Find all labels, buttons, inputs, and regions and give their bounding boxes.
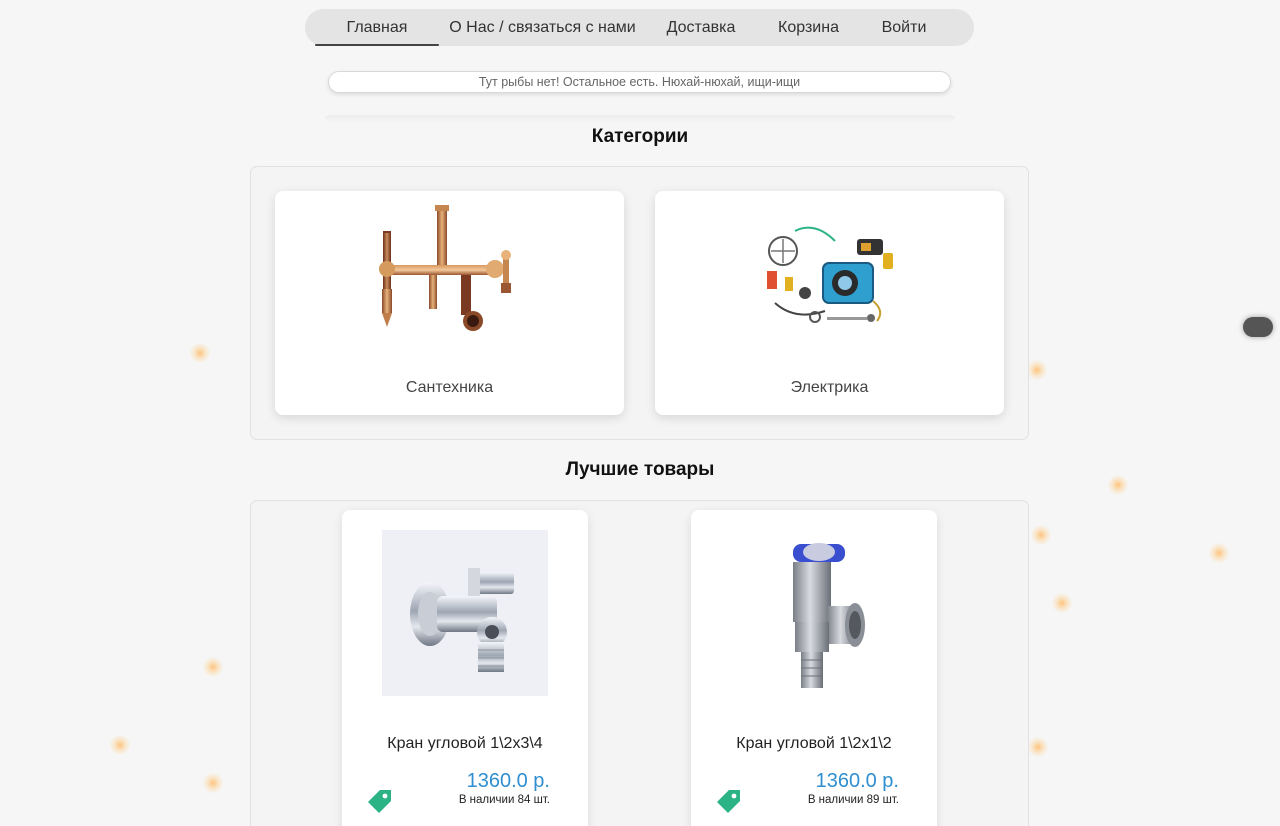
- background-glow: [203, 657, 223, 677]
- category-label: Сантехника: [405, 379, 494, 396]
- product-card[interactable]: Кран угловой 1\2x1\2 1360.0 р. В наличии…: [691, 510, 937, 826]
- section-divider: [325, 115, 955, 123]
- categories-title: Категории: [591, 126, 689, 147]
- category-card-plumbing[interactable]: Сантехника: [275, 191, 624, 415]
- price-tag-icon: [368, 790, 391, 813]
- price-tag-icon: [717, 790, 740, 813]
- product-name: Кран угловой 1\2x3\4: [387, 735, 543, 752]
- background-glow: [203, 773, 223, 793]
- nav-item-cart[interactable]: Корзина: [756, 9, 861, 46]
- floating-toggle-button[interactable]: [1243, 317, 1273, 337]
- categories-panel: Сантехника Электрика: [250, 166, 1029, 440]
- nav-item-home[interactable]: Главная: [315, 9, 439, 46]
- best-products-panel: Кран угловой 1\2x3\4 1360.0 р. В наличии…: [250, 500, 1029, 826]
- product-stock: В наличии 84 шт.: [458, 794, 550, 806]
- angle-valve-steel-image: [731, 530, 897, 696]
- background-glow: [1052, 593, 1072, 613]
- background-glow: [110, 735, 130, 755]
- product-name: Кран угловой 1\2x1\2: [736, 735, 892, 752]
- background-glow: [190, 343, 210, 363]
- plumbing-fixture-image: [379, 205, 511, 331]
- nav-item-delivery[interactable]: Доставка: [646, 9, 756, 46]
- product-price: 1360.0 р.: [466, 770, 550, 792]
- background-glow: [1028, 737, 1048, 757]
- main-navbar: Главная О Нас / связаться с нами Доставк…: [305, 9, 974, 46]
- nav-item-login[interactable]: Войти: [861, 9, 947, 46]
- product-stock: В наличии 89 шт.: [807, 794, 899, 806]
- best-products-title: Лучшие товары: [565, 459, 715, 480]
- background-glow: [1027, 360, 1047, 380]
- product-price: 1360.0 р.: [815, 770, 899, 792]
- nav-item-about-contact[interactable]: О Нас / связаться с нами: [439, 9, 646, 46]
- background-glow: [1209, 543, 1229, 563]
- search-input[interactable]: [328, 71, 951, 93]
- angle-valve-chrome-image: [382, 530, 548, 696]
- electrical-parts-image: [767, 226, 893, 323]
- product-card[interactable]: Кран угловой 1\2x3\4 1360.0 р. В наличии…: [342, 510, 588, 826]
- background-glow: [1031, 525, 1051, 545]
- category-label: Электрика: [790, 379, 869, 396]
- category-card-electrical[interactable]: Электрика: [655, 191, 1004, 415]
